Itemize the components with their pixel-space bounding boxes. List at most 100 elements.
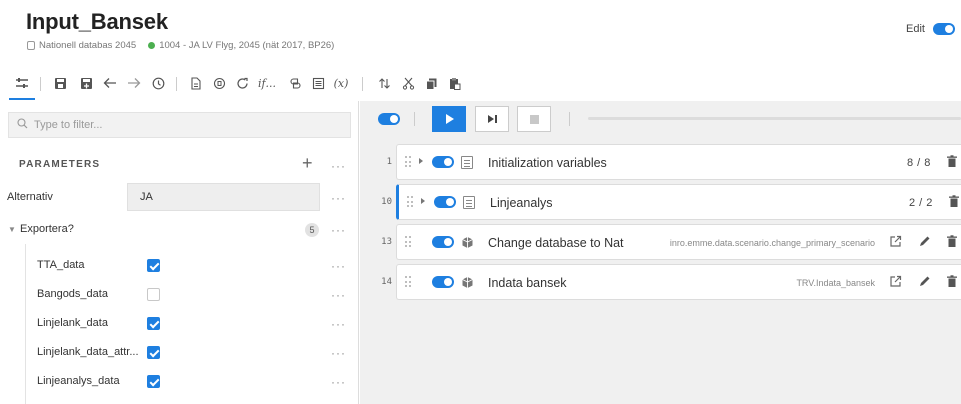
step-enable-toggle[interactable] [432,236,454,248]
sliders-icon[interactable] [9,72,35,100]
drag-handle-icon[interactable] [405,276,411,288]
control-divider [414,112,415,126]
link-icon[interactable] [285,72,305,94]
workflow-step[interactable]: Change database to Nat inro.emme.data.sce… [396,224,961,260]
pencil-icon[interactable] [918,235,932,249]
parameter-row-export: Linjeanalys_data ··· [0,368,359,396]
export-more-icon[interactable]: ··· [331,288,346,302]
external-link-icon[interactable] [889,275,903,289]
run-progress-bar [588,117,961,120]
database-name[interactable]: Nationell databas 2045 [39,40,136,51]
external-link-icon[interactable] [889,235,903,249]
copy-icon[interactable] [421,72,441,94]
function-icon[interactable]: 𝑖𝑓... [255,72,279,94]
step-number: 10 [381,197,392,207]
tool-icon [461,236,474,249]
workflow-step[interactable]: Initialization variables 8 / 8 [396,144,961,180]
refresh-icon[interactable] [232,72,252,94]
edit-toggle[interactable] [933,23,955,35]
parameter-row-export: Bangods_data ··· [0,281,359,309]
save-icon[interactable] [50,72,70,94]
stop-button[interactable] [517,106,551,132]
export-more-icon[interactable]: ··· [331,259,346,273]
step-title: Initialization variables [488,156,607,170]
parameters-panel: PARAMETERS + ··· Alternativ JA ··· ▼ Exp… [0,101,359,404]
add-parameter-button[interactable]: + [302,153,313,174]
drag-handle-icon[interactable] [407,196,413,208]
export-checkbox[interactable] [147,288,160,301]
pencil-icon[interactable] [918,275,932,289]
tool-icon [461,276,474,289]
list-icon[interactable] [308,72,328,94]
toolbar-divider [176,77,177,91]
workflow-step[interactable]: Linjeanalys 2 / 2 [396,184,961,220]
trash-icon[interactable] [948,195,961,209]
export-label: Linjelank_data_attr... [37,346,139,358]
edit-label: Edit [906,23,925,35]
variable-icon[interactable]: (x) [330,72,352,94]
search-icon [17,118,28,132]
trash-icon[interactable] [946,235,960,249]
export-label: Linjeanalys_data [37,375,120,387]
cut-icon[interactable] [398,72,418,94]
trash-icon[interactable] [946,275,960,289]
alternativ-more-icon[interactable]: ··· [331,191,346,205]
stop-icon [529,114,539,124]
step-title: Change database to Nat [488,236,624,250]
parameter-row-export: Linjelank_data ··· [0,310,359,338]
export-checkbox[interactable] [147,317,160,330]
drag-handle-icon[interactable] [405,236,411,248]
paste-icon[interactable] [444,72,464,94]
play-icon [446,114,454,124]
export-label: TTA_data [37,259,85,271]
step-title: Indata bansek [488,276,567,290]
workflow-step[interactable]: Indata bansek TRV.Indata_bansek [396,264,961,300]
export-more-icon[interactable]: ··· [331,317,346,331]
parameter-group-exportera[interactable]: ▼ Exportera? 5 [0,216,359,244]
save-as-icon[interactable] [76,72,96,94]
step-enable-toggle[interactable] [432,156,454,168]
database-icon [27,41,35,50]
scenario-name[interactable]: 1004 - JA LV Flyg, 2045 (nät 2017, BP26) [159,40,334,51]
copy-settings-icon[interactable] [209,72,229,94]
export-checkbox[interactable] [147,375,160,388]
alternativ-input[interactable]: JA [127,183,320,211]
export-more-icon[interactable]: ··· [331,346,346,360]
toolbar-divider [362,77,363,91]
drag-handle-icon[interactable] [405,156,411,168]
parameter-row-export: Linjelank_data_attr... ··· [0,339,359,367]
parameters-more-icon[interactable]: ··· [331,159,346,173]
history-icon[interactable] [148,72,168,94]
toolbar: 𝑖𝑓... (x) [0,66,961,100]
play-button[interactable] [432,106,466,132]
step-count: 8 / 8 [907,157,931,169]
expand-arrow-icon[interactable] [421,198,425,204]
filter-input[interactable] [34,119,334,131]
exportera-label: Exportera? [20,223,74,235]
step-count: 2 / 2 [909,197,933,209]
undo-icon[interactable] [100,72,120,94]
trash-icon[interactable] [946,155,960,169]
parameters-heading: PARAMETERS [19,159,101,170]
document-icon[interactable] [186,72,206,94]
export-more-icon[interactable]: ··· [331,375,346,389]
breadcrumb: Nationell databas 2045 1004 - JA LV Flyg… [27,40,334,51]
sort-icon[interactable] [374,72,394,94]
export-checkbox[interactable] [147,346,160,359]
run-enable-toggle[interactable] [378,113,400,125]
export-label: Linjelank_data [37,317,108,329]
step-button[interactable] [475,106,509,132]
step-tool-reference: TRV.Indata_bansek [796,278,875,288]
exportera-more-icon[interactable]: ··· [331,223,346,237]
header: Input_Bansek Nationell databas 2045 1004… [0,0,961,62]
status-dot-icon [148,42,156,49]
step-enable-toggle[interactable] [432,276,454,288]
chevron-down-icon[interactable]: ▼ [8,225,16,234]
expand-arrow-icon[interactable] [419,158,423,164]
step-number: 1 [386,157,392,167]
step-forward-icon [487,115,497,123]
step-enable-toggle[interactable] [434,196,456,208]
redo-icon[interactable] [124,72,144,94]
alternativ-label: Alternativ [7,191,53,203]
export-checkbox[interactable] [147,259,160,272]
